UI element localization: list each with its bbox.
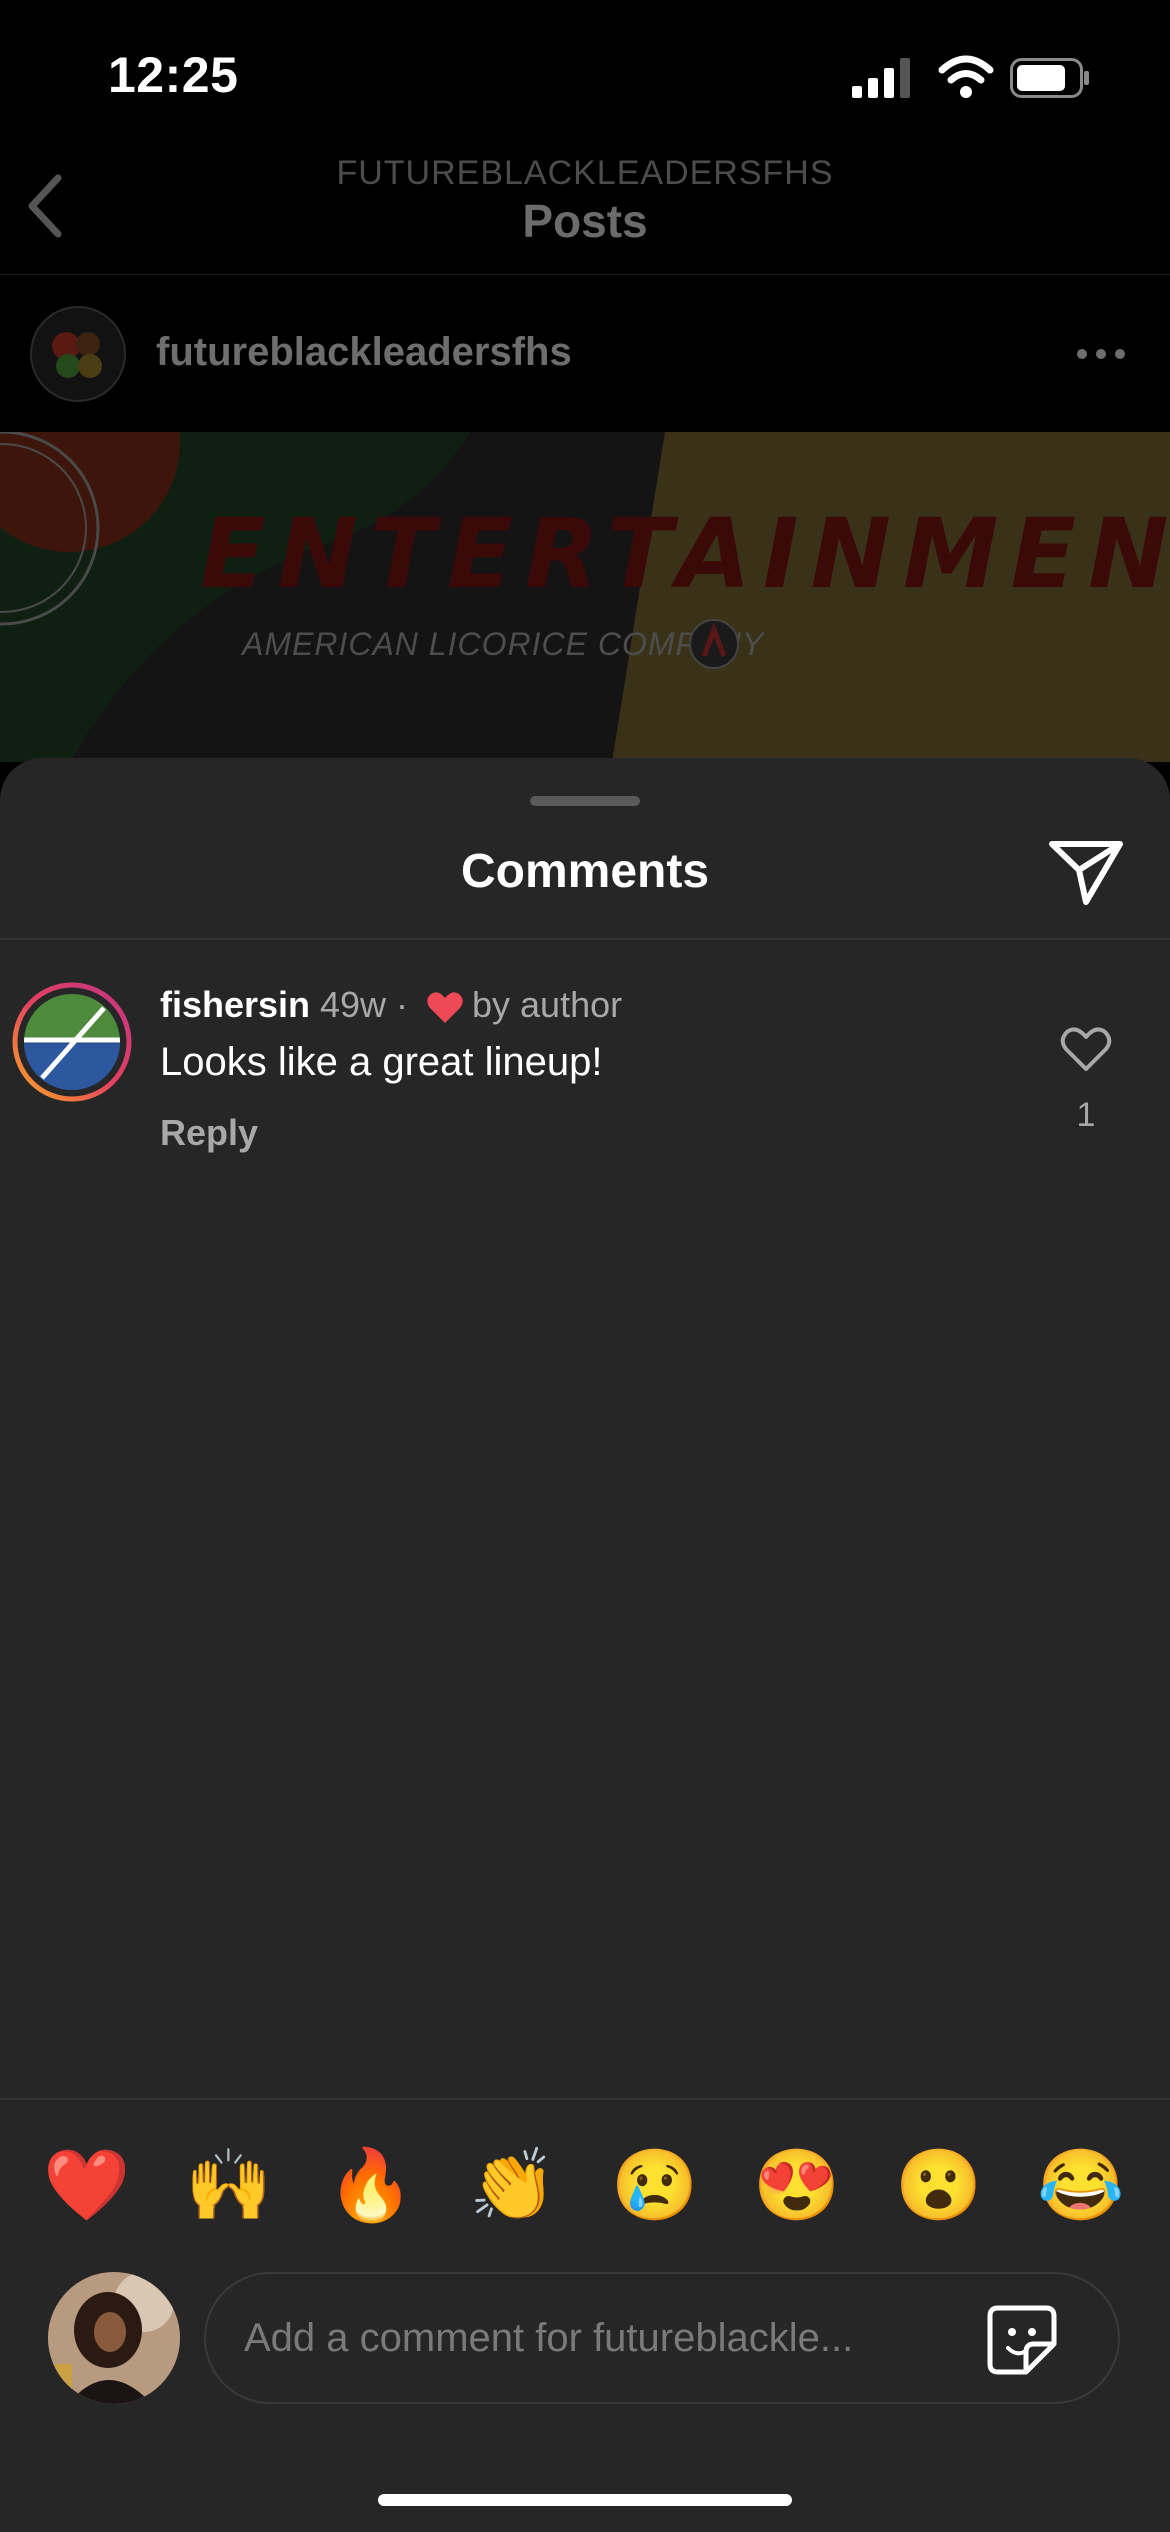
emoji-bar-divider [0,2098,1170,2100]
reply-button[interactable]: Reply [160,1112,258,1154]
post-image-subtitle: AMERICAN LICORICE COMPANY [242,626,765,662]
sheet-drag-handle[interactable] [530,796,640,806]
comment-like-heart-icon[interactable] [1060,1026,1112,1072]
status-time: 12:25 [108,47,239,103]
current-user-avatar [48,2272,180,2404]
comment-age: 49w · [320,984,409,1025]
sheet-header-divider [0,938,1170,940]
emoji-fire-button[interactable]: 🔥 [326,2140,416,2230]
post-image[interactable]: ENTERTAINMENT AMERICAN LICORICE COMPANY [0,432,1170,762]
comment-username[interactable]: fishersin [160,984,310,1026]
emoji-heart-eyes-button[interactable]: 😍 [752,2140,842,2230]
company-logo-icon [689,619,739,669]
emoji-clapping-button[interactable]: 👏 [468,2140,558,2230]
share-send-icon[interactable] [1048,838,1124,906]
author-liked-heart-icon [427,992,463,1023]
comment-like-count[interactable]: 1 [1060,1096,1112,1135]
emoji-heart-button[interactable]: ❤️ [42,2140,132,2230]
comment-input-placeholder[interactable]: Add a comment for futureblackle... [244,2316,853,2361]
comment-text: Looks like a great lineup! [160,1040,603,1084]
commenter-avatar[interactable] [12,982,132,1102]
comments-title: Comments [460,845,710,898]
emoji-surprised-button[interactable]: 😮 [894,2140,984,2230]
page-title: Posts [522,195,648,247]
post-author-avatar[interactable] [30,306,126,402]
sticker-icon[interactable] [986,2304,1058,2376]
account-name-label: FUTUREBLACKLEADERSFHS [336,154,834,192]
emoji-crying-button[interactable]: 😢 [610,2140,700,2230]
battery-icon [1010,58,1089,98]
emoji-laughing-button[interactable]: 😂 [1036,2140,1126,2230]
wifi-icon [938,55,994,98]
home-indicator[interactable] [378,2494,792,2506]
more-options-icon[interactable] [1076,348,1126,360]
cellular-signal-icon [852,58,910,98]
post-image-title: ENTERTAINMENT [200,498,1170,610]
emoji-raising-hands-button[interactable]: 🙌 [184,2140,274,2230]
liked-by-author-label: by author [472,984,623,1025]
post-author-username[interactable]: futureblackleadersfhs [156,330,572,375]
